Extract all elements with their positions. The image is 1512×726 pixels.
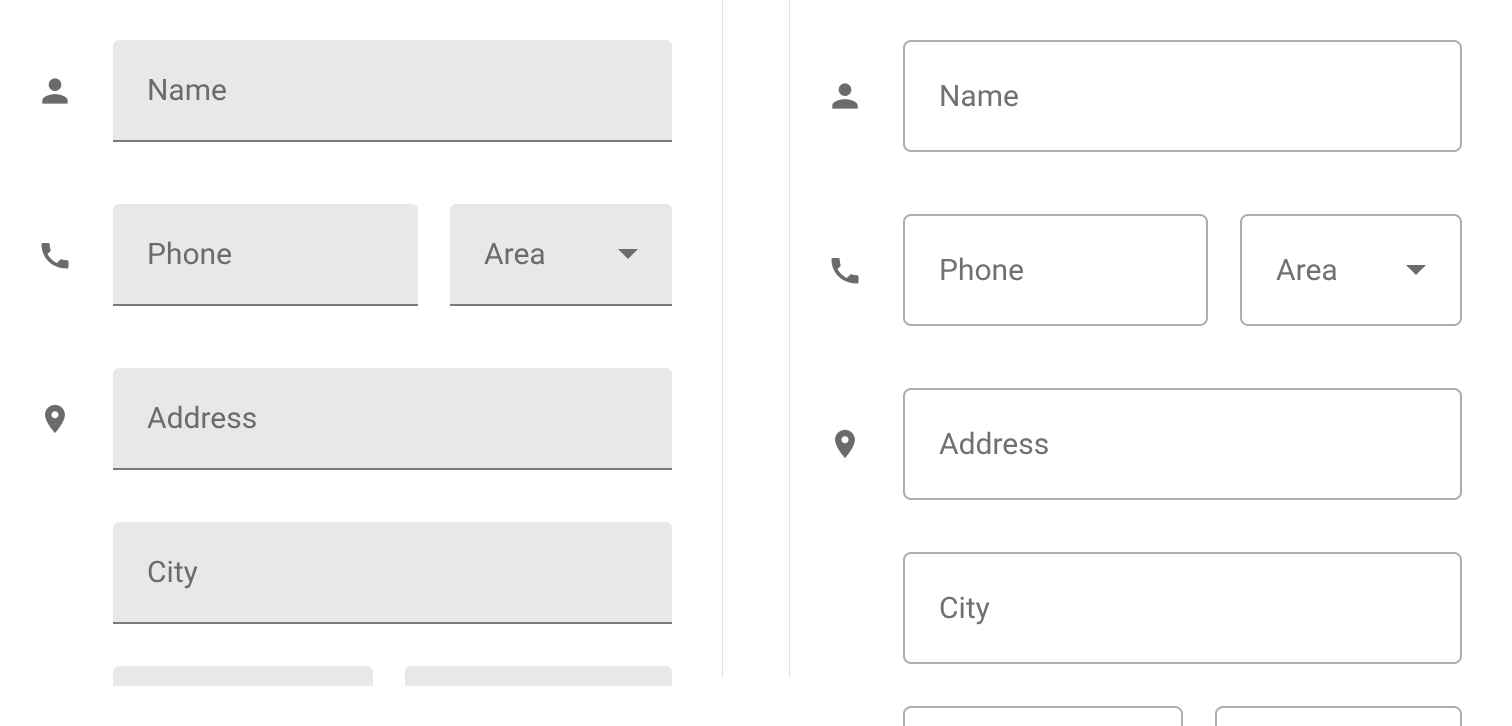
outlined-row-address: Address xyxy=(825,388,1462,500)
phone-input-filled[interactable]: Phone xyxy=(113,204,418,306)
area-select-filled[interactable]: Area xyxy=(450,204,672,306)
city-input-filled[interactable]: City xyxy=(113,522,672,624)
name-input-outlined[interactable]: Name xyxy=(903,40,1462,152)
peek-field-filled[interactable] xyxy=(405,666,672,686)
location-icon xyxy=(825,427,865,461)
peek-field-outlined[interactable] xyxy=(1215,706,1462,726)
name-placeholder: Name xyxy=(939,79,1019,114)
filled-row-peek xyxy=(35,666,672,686)
city-input-outlined[interactable]: City xyxy=(903,552,1462,664)
peek-field-outlined[interactable] xyxy=(903,706,1183,726)
panel-divider-gap xyxy=(723,0,789,678)
phone-placeholder: Phone xyxy=(939,253,1024,288)
outlined-row-phone: Phone Area xyxy=(825,214,1462,326)
phone-icon xyxy=(825,252,865,288)
chevron-down-icon xyxy=(618,249,638,259)
address-placeholder: Address xyxy=(939,427,1049,462)
name-placeholder: Name xyxy=(147,73,227,108)
phone-placeholder: Phone xyxy=(147,237,232,272)
chevron-down-icon xyxy=(1406,265,1426,275)
area-placeholder: Area xyxy=(484,237,546,272)
person-icon xyxy=(825,77,865,115)
outlined-row-city: City xyxy=(825,552,1462,664)
city-placeholder: City xyxy=(939,591,990,626)
city-placeholder: City xyxy=(147,555,198,590)
filled-row-city: City xyxy=(35,522,672,624)
person-icon xyxy=(35,72,75,110)
outlined-form-panel: Name Phone Area Address xyxy=(789,0,1512,678)
address-input-outlined[interactable]: Address xyxy=(903,388,1462,500)
filled-row-address: Address xyxy=(35,368,672,470)
filled-form-panel: Name Phone Area Address xyxy=(0,0,723,678)
filled-row-phone: Phone Area xyxy=(35,204,672,306)
area-placeholder: Area xyxy=(1276,253,1338,288)
phone-input-outlined[interactable]: Phone xyxy=(903,214,1208,326)
address-placeholder: Address xyxy=(147,401,257,436)
area-select-outlined[interactable]: Area xyxy=(1240,214,1462,326)
name-input-filled[interactable]: Name xyxy=(113,40,672,142)
outlined-row-name: Name xyxy=(825,40,1462,152)
filled-row-name: Name xyxy=(35,40,672,142)
outlined-row-peek xyxy=(825,706,1462,726)
location-icon xyxy=(35,402,75,436)
peek-field-filled[interactable] xyxy=(113,666,373,686)
phone-icon xyxy=(35,237,75,273)
address-input-filled[interactable]: Address xyxy=(113,368,672,470)
